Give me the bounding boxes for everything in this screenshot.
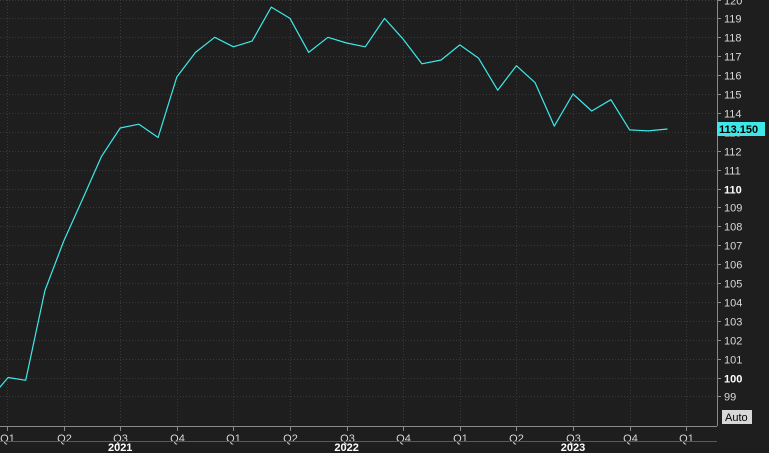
year-axis: 2021 2022 2023 (0, 441, 717, 453)
line-chart[interactable]: 99 100 101 102 103 104 105 106 107 108 109 110 111 11… (0, 0, 769, 453)
auto-scale-button[interactable]: Auto (722, 410, 752, 424)
x-tick-label-11: Q4 (623, 433, 638, 445)
chart-window: 99 100 101 102 103 104 105 106 107 108 109 110 111 11… (0, 0, 769, 453)
y-tick-label-116: 116 (724, 71, 742, 83)
x-tick-label-3: Q4 (170, 433, 185, 445)
last-value-label-text: 113.150 (719, 124, 758, 136)
x-tick-label-4: Q1 (226, 433, 241, 445)
y-tick-label-99: 99 (724, 392, 736, 404)
y-axis[interactable]: 99 100 101 102 103 104 105 106 107 108 109 110 111 11… (717, 0, 742, 404)
x-tick-label-8: Q1 (453, 433, 468, 445)
y-tick-label-104: 104 (724, 298, 742, 310)
y-tick-label-105: 105 (724, 279, 742, 291)
y-tick-label-103: 103 (724, 317, 742, 329)
y-tick-label-112: 112 (724, 147, 742, 159)
y-tick-label-108: 108 (724, 222, 742, 234)
y-tick-label-100: 100 (724, 374, 742, 386)
y-tick-label-118: 118 (724, 33, 742, 45)
y-tick-label-102: 102 (724, 336, 742, 348)
y-tick-label-115: 115 (724, 90, 742, 102)
y-tick-label-106: 106 (724, 260, 742, 272)
y-tick-label-117: 117 (724, 52, 742, 64)
year-label-2023: 2023 (561, 442, 585, 453)
y-tick-label-110: 110 (724, 185, 742, 197)
x-tick-label-1: Q2 (57, 433, 72, 445)
auto-scale-button-label[interactable]: Auto (725, 412, 748, 424)
x-tick-label-7: Q4 (396, 433, 411, 445)
y-tick-label-107: 107 (724, 241, 742, 253)
last-value-label: 113.150 (717, 122, 765, 136)
x-tick-label-0: Q1 (0, 433, 15, 445)
x-tick-label-9: Q2 (509, 433, 524, 445)
x-tick-label-5: Q2 (283, 433, 298, 445)
y-tick-label-114: 114 (724, 109, 742, 121)
y-tick-label-101: 101 (724, 355, 742, 367)
year-label-2021: 2021 (108, 442, 132, 453)
plot-area[interactable] (0, 0, 717, 426)
year-label-2022: 2022 (334, 442, 358, 453)
y-tick-label-109: 109 (724, 203, 742, 215)
y-tick-label-120: 120 (724, 0, 742, 8)
y-tick-label-119: 119 (724, 14, 742, 26)
y-tick-label-111: 111 (724, 166, 741, 178)
x-tick-label-12: Q1 (679, 433, 694, 445)
